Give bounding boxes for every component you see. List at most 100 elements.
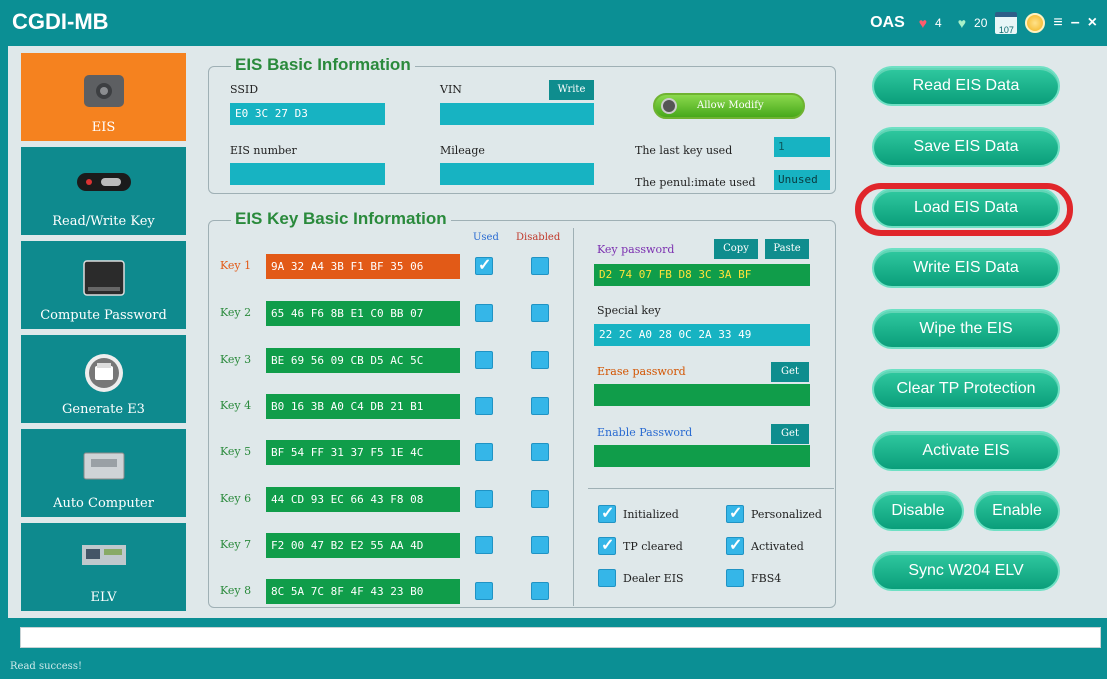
key-disabled-checkbox[interactable] — [531, 351, 549, 369]
ssid-field[interactable]: E0 3C 27 D3 — [230, 103, 385, 125]
status-checkbox[interactable] — [598, 535, 616, 555]
disable-button[interactable]: Disable — [872, 491, 964, 531]
status-checkbox[interactable] — [726, 535, 744, 555]
used-header: Used — [473, 232, 499, 243]
enable-password-field[interactable] — [594, 445, 810, 467]
calendar-count: 107 — [998, 25, 1014, 35]
nav-eis[interactable]: EIS — [21, 53, 186, 141]
key-value-field[interactable]: 65 46 F6 8B E1 C0 BB 07 — [266, 301, 460, 326]
key-used-checkbox[interactable] — [475, 582, 493, 600]
key-disabled-checkbox[interactable] — [531, 443, 549, 461]
vertical-divider — [573, 228, 574, 606]
nav-label: Auto Computer — [53, 496, 154, 511]
last-key-label: The last key used — [635, 144, 733, 157]
nav-elv[interactable]: ELV — [21, 523, 186, 611]
key-password-field[interactable]: D2 74 07 FB D8 3C 3A BF — [594, 264, 810, 286]
key-password-label: Key password — [597, 243, 675, 256]
key-disabled-checkbox[interactable] — [531, 257, 549, 275]
erase-get-button[interactable]: Get — [771, 362, 809, 382]
title-bar: CGDI-MB OAS ♥ 4 ♥ 20 107 ≡ – × — [0, 0, 1107, 46]
key-label: Key 8 — [220, 584, 252, 597]
key-used-checkbox[interactable] — [475, 397, 493, 415]
status-checkbox[interactable] — [598, 569, 616, 587]
medal-icon[interactable] — [1025, 13, 1046, 33]
sync-w204-elv-button[interactable]: Sync W204 ELV — [872, 551, 1060, 591]
key-value-field[interactable]: 9A 32 A4 3B F1 BF 35 06 — [266, 254, 460, 279]
save-eis-data-button[interactable]: Save EIS Data — [872, 127, 1060, 167]
key-disabled-checkbox[interactable] — [531, 536, 549, 554]
oas-label: OAS — [870, 14, 905, 31]
key-label: Key 1 — [220, 259, 252, 272]
key-value-field[interactable]: B0 16 3B A0 C4 DB 21 B1 — [266, 394, 460, 419]
app-title: CGDI-MB — [12, 9, 109, 34]
mileage-field[interactable] — [440, 163, 594, 185]
enable-button[interactable]: Enable — [974, 491, 1060, 531]
key-label: Key 4 — [220, 399, 252, 412]
nav-label: ELV — [90, 590, 117, 605]
calendar-icon[interactable]: 107 — [995, 12, 1018, 35]
nav-auto-computer[interactable]: Auto Computer — [21, 429, 186, 517]
erase-password-field[interactable] — [594, 384, 810, 406]
key-label: Key 7 — [220, 538, 252, 551]
key-used-checkbox[interactable] — [475, 304, 493, 322]
activate-eis-button[interactable]: Activate EIS — [872, 431, 1060, 471]
eis-number-label: EIS number — [230, 144, 297, 157]
minimize-icon[interactable]: – — [1071, 14, 1080, 32]
copy-button[interactable]: Copy — [714, 239, 758, 259]
status-checkbox[interactable] — [598, 503, 616, 523]
special-key-field[interactable]: 22 2C A0 28 0C 2A 33 49 — [594, 324, 810, 346]
key-used-checkbox[interactable] — [475, 255, 493, 275]
key-value-field[interactable]: 44 CD 93 EC 66 43 F8 08 — [266, 487, 460, 512]
key-label: Key 6 — [220, 492, 252, 505]
titlebar-tools: OAS ♥ 4 ♥ 20 107 ≡ – × — [870, 10, 1097, 36]
key-label: Key 3 — [220, 353, 252, 366]
hearts-count: 4 — [935, 16, 942, 30]
nav-label: Read/Write Key — [52, 214, 155, 229]
gems-count: 20 — [974, 16, 988, 30]
key-value-field[interactable]: 8C 5A 7C 8F 4F 43 23 B0 — [266, 579, 460, 604]
load-eis-data-button[interactable]: Load EIS Data — [872, 188, 1060, 228]
progress-bar — [20, 627, 1101, 648]
key-used-checkbox[interactable] — [475, 490, 493, 508]
nav-generate-e3[interactable]: Generate E3 — [21, 335, 186, 423]
last-key-field[interactable]: 1 — [774, 137, 830, 157]
status-checkbox[interactable] — [726, 503, 744, 523]
clear-tp-protection-button[interactable]: Clear TP Protection — [872, 369, 1060, 409]
key-value-field[interactable]: BF 54 FF 31 37 F5 1E 4C — [266, 440, 460, 465]
key-disabled-checkbox[interactable] — [531, 582, 549, 600]
close-icon[interactable]: × — [1088, 14, 1097, 32]
status-checkbox-label: Activated — [751, 540, 804, 553]
paste-button[interactable]: Paste — [765, 239, 809, 259]
penultimate-label: The penul:imate used — [635, 176, 756, 189]
allow-modify-toggle[interactable]: Allow Modify — [653, 93, 805, 119]
gem-icon: ♥ — [957, 15, 967, 31]
enable-get-button[interactable]: Get — [771, 424, 809, 444]
disabled-header: Disabled — [516, 232, 561, 243]
eis-key-title: EIS Key Basic Information — [231, 209, 451, 229]
ecu-icon — [83, 452, 124, 480]
key-used-checkbox[interactable] — [475, 351, 493, 369]
key-disabled-checkbox[interactable] — [531, 304, 549, 322]
key-value-field[interactable]: F2 00 47 B2 E2 55 AA 4D — [266, 533, 460, 558]
vin-field[interactable] — [440, 103, 594, 125]
key-disabled-checkbox[interactable] — [531, 397, 549, 415]
menu-icon[interactable]: ≡ — [1053, 14, 1062, 32]
write-vin-button[interactable]: Write — [549, 80, 594, 100]
penultimate-field[interactable]: Unused — [774, 170, 830, 190]
key-used-checkbox[interactable] — [475, 443, 493, 461]
nav-compute-password[interactable]: Compute Password — [21, 241, 186, 329]
wipe-eis-button[interactable]: Wipe the EIS — [872, 309, 1060, 349]
enable-password-label: Enable Password — [597, 426, 693, 439]
key-used-checkbox[interactable] — [475, 536, 493, 554]
write-eis-data-button[interactable]: Write EIS Data — [872, 248, 1060, 288]
status-checkbox[interactable] — [726, 569, 744, 587]
heart-icon: ♥ — [918, 15, 928, 31]
vin-label: VIN — [440, 83, 462, 96]
read-eis-data-button[interactable]: Read EIS Data — [872, 66, 1060, 106]
key-disabled-checkbox[interactable] — [531, 490, 549, 508]
erase-password-label: Erase password — [597, 365, 686, 378]
key-value-field[interactable]: BE 69 56 09 CB D5 AC 5C — [266, 348, 460, 373]
nav-read-write-key[interactable]: Read/Write Key — [21, 147, 186, 235]
eis-number-field[interactable] — [230, 163, 385, 185]
status-checkbox-label: Dealer EIS — [623, 572, 684, 585]
